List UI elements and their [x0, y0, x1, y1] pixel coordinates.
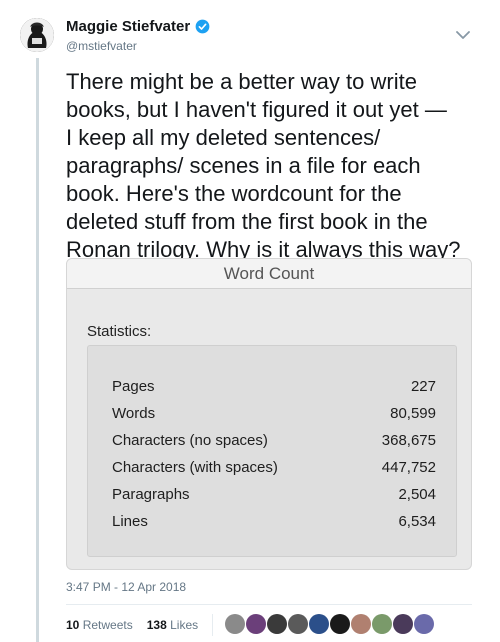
stat-value: 447,752: [381, 459, 436, 476]
tweet-text-line: paragraphs/ scenes in a file for each: [66, 153, 421, 178]
stat-label: Words: [112, 405, 156, 422]
stat-value: 6,534: [398, 513, 436, 530]
author-handle[interactable]: @mstiefvater: [66, 39, 210, 53]
stat-value: 368,675: [381, 432, 436, 449]
liker-avatar[interactable]: [309, 613, 330, 634]
liker-avatar[interactable]: [351, 613, 372, 634]
stat-label: Paragraphs: [112, 486, 190, 503]
stat-row: Words 80,599: [112, 405, 436, 422]
liker-avatar[interactable]: [225, 613, 246, 634]
window-title: Word Count: [67, 259, 471, 289]
tweet-text-line: books, but I haven't figured it out yet …: [66, 97, 447, 122]
tweet-header: Maggie Stiefvater @mstiefvater: [66, 18, 210, 53]
tweet-timestamp[interactable]: 3:47 PM - 12 Apr 2018: [66, 580, 186, 594]
stat-label: Characters (with spaces): [112, 459, 278, 476]
likes-count[interactable]: 138 Likes: [147, 618, 198, 632]
stat-row: Lines 6,534: [112, 513, 436, 530]
retweets-label: Retweets: [82, 618, 133, 632]
verified-badge-icon: [195, 19, 210, 34]
liker-avatar[interactable]: [414, 613, 435, 634]
likes-label: Likes: [170, 618, 199, 632]
retweets-number: 10: [66, 618, 80, 632]
stat-label: Lines: [112, 513, 148, 530]
liker-avatar[interactable]: [372, 613, 393, 634]
stat-label: Pages: [112, 378, 155, 395]
tweet-text-line: There might be a better way to write: [66, 69, 417, 94]
stat-label: Characters (no spaces): [112, 432, 268, 449]
stat-row: Characters (no spaces) 368,675: [112, 432, 436, 449]
liker-avatar[interactable]: [246, 613, 267, 634]
statistics-panel: Pages 227 Words 80,599 Characters (no sp…: [87, 345, 457, 557]
likes-number: 138: [146, 618, 167, 632]
avatar[interactable]: [20, 18, 54, 52]
likers-avatars: [225, 613, 435, 637]
liker-avatar[interactable]: [393, 613, 414, 634]
engagement-bar: 10 Retweets 138 Likes: [66, 612, 435, 638]
tweet-text: There might be a better way to write boo…: [66, 68, 486, 264]
chevron-down-icon[interactable]: [456, 30, 470, 40]
liker-avatar[interactable]: [330, 613, 351, 634]
stat-value: 227: [410, 378, 436, 395]
divider: [66, 604, 472, 605]
liker-avatar[interactable]: [267, 613, 288, 634]
liker-avatar[interactable]: [288, 613, 309, 634]
separator: [212, 614, 214, 636]
stat-row: Characters (with spaces) 447,752: [112, 459, 436, 476]
stat-value: 2,504: [398, 486, 436, 503]
stat-value: 80,599: [390, 405, 436, 422]
tweet-text-line: deleted stuff from the first book in the: [66, 209, 428, 234]
stat-row: Paragraphs 2,504: [112, 486, 436, 503]
thread-line: [36, 58, 39, 642]
tweet-text-line: book. Here's the wordcount for the: [66, 181, 402, 206]
statistics-label: Statistics:: [87, 323, 152, 340]
tweet-text-line: I keep all my deleted sentences/: [66, 125, 381, 150]
stat-row: Pages 227: [112, 378, 436, 395]
attached-image[interactable]: Word Count Statistics: Pages 227 Words 8…: [66, 258, 472, 570]
author-name[interactable]: Maggie Stiefvater: [66, 18, 190, 35]
retweets-count[interactable]: 10 Retweets: [66, 618, 133, 632]
